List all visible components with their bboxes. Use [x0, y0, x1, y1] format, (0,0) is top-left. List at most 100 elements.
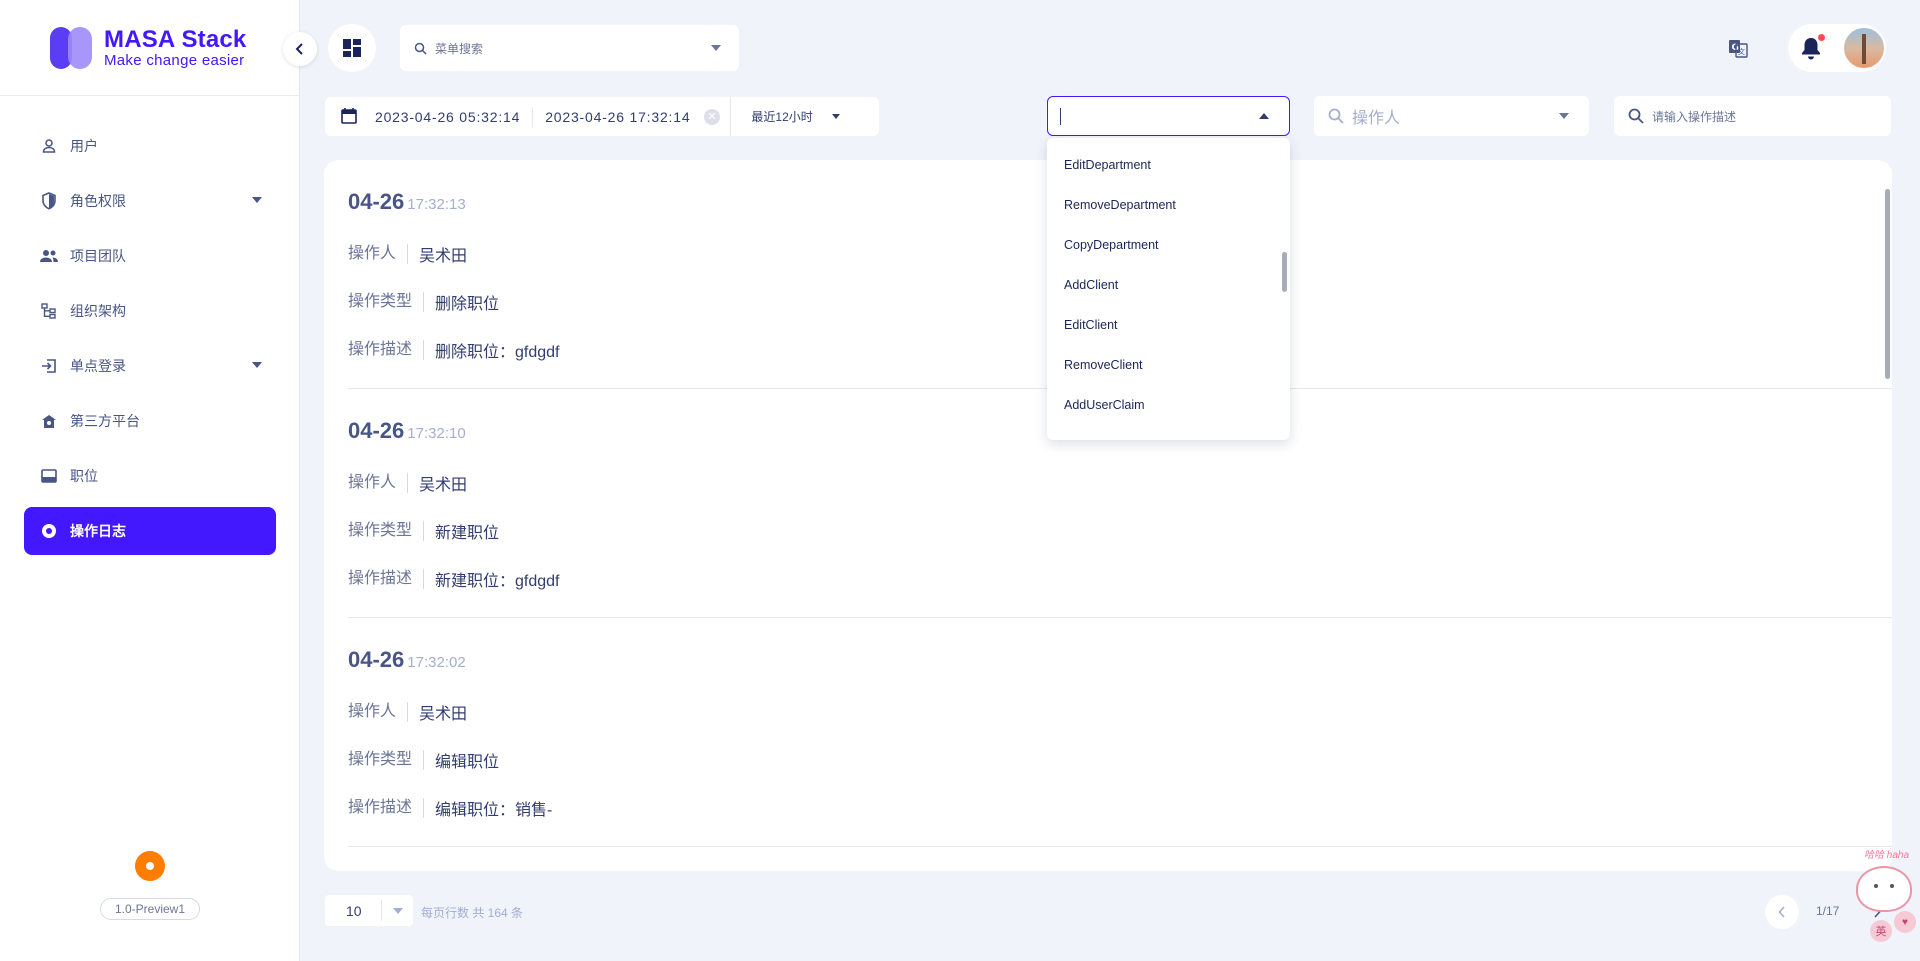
field-value: 吴术田 [419, 248, 468, 265]
log-time: 17:32:02 [407, 654, 466, 671]
shield-icon [40, 192, 58, 210]
log-type-row: 操作类型 新建职位 [348, 519, 499, 543]
sidebar-item-roles[interactable]: 角色权限 [24, 177, 276, 225]
sidebar-item-positions[interactable]: 职位 [24, 452, 276, 500]
sidebar-collapse-button[interactable] [283, 32, 317, 66]
log-date: 04-26 [348, 189, 405, 214]
field-label: 操作人 [348, 473, 409, 493]
heart-icon[interactable]: ♥ [1894, 911, 1916, 933]
dropdown-option[interactable]: AddUserClaim [1047, 385, 1290, 425]
log-desc-row: 操作描述 编辑职位：销售- [348, 796, 552, 820]
mascot-caption: 哈哈 haha [1864, 850, 1910, 861]
log-date: 04-26 [348, 647, 405, 672]
dashboard-icon [343, 39, 361, 57]
quick-range-select[interactable]: 最近12小时 [730, 97, 852, 136]
platform-icon [40, 412, 58, 430]
team-icon [40, 247, 58, 265]
page-size-value: 10 [346, 902, 362, 919]
chevron-left-icon [1778, 906, 1785, 918]
log-desc-row: 操作描述 新建职位：gfdgdf [348, 567, 560, 591]
sidebar-item-label: 单点登录 [70, 358, 126, 374]
sidebar-item-teams[interactable]: 项目团队 [24, 232, 276, 280]
clear-icon[interactable]: ✕ [704, 108, 721, 125]
field-label: 操作类型 [348, 521, 425, 541]
log-type-row: 操作类型 删除职位 [348, 290, 499, 314]
menu-search-placeholder: 菜单搜索 [435, 41, 484, 56]
field-value: 吴术田 [419, 477, 468, 494]
field-label: 操作描述 [348, 798, 425, 818]
field-label: 操作类型 [348, 292, 425, 312]
dashboard-button[interactable] [328, 24, 376, 72]
caret-down-icon [1559, 113, 1569, 119]
caret-down-icon [393, 908, 403, 914]
field-value: 新建职位：gfdgdf [435, 573, 560, 590]
start-time[interactable]: 2023-04-26 05:32:14 [375, 109, 520, 125]
menu-search-input[interactable]: 菜单搜索 [400, 25, 739, 71]
field-value: 删除职位 [435, 296, 500, 313]
log-operator-row: 操作人 吴术田 [348, 242, 467, 266]
dropdown-option[interactable]: RemoveClient [1047, 345, 1290, 385]
operator-select[interactable]: 操作人 [1314, 96, 1589, 136]
field-label: 操作类型 [348, 750, 425, 770]
translate-icon[interactable]: G文 [1728, 38, 1748, 63]
field-value: 编辑职位 [435, 754, 500, 771]
field-label: 操作描述 [348, 340, 425, 360]
search-icon [1328, 108, 1344, 124]
log-datetime: 04-26 17:32:10 [348, 418, 466, 444]
field-label: 操作人 [348, 244, 409, 264]
log-type-row: 操作类型 编辑职位 [348, 748, 499, 772]
sidebar-item-users[interactable]: 用户 [24, 122, 276, 170]
dropdown-option[interactable]: RemoveDepartment [1047, 185, 1290, 225]
login-icon [40, 357, 58, 375]
sidebar-item-third-party[interactable]: 第三方平台 [24, 397, 276, 445]
sidebar-item-label: 项目团队 [70, 248, 126, 264]
quick-range-value: 最近12小时 [751, 110, 813, 124]
notification-badge [1818, 34, 1825, 41]
brand[interactable]: MASA Stack Make change easier [0, 0, 299, 96]
language-badge[interactable]: 英 [1870, 920, 1892, 942]
description-placeholder: 请输入操作描述 [1652, 109, 1737, 124]
sidebar: MASA Stack Make change easier 用户 角色权限 项目… [0, 0, 300, 961]
operation-type-dropdown: EditDepartment RemoveDepartment CopyDepa… [1047, 138, 1290, 440]
search-icon [1628, 108, 1644, 124]
pagination-info: 每页行数 共 164 条 [421, 906, 524, 920]
chevron-left-icon [295, 43, 303, 55]
org-chart-icon [40, 302, 58, 320]
log-datetime: 04-26 17:32:02 [348, 647, 466, 673]
end-time[interactable]: 2023-04-26 17:32:14 [545, 109, 690, 125]
log-desc-row: 操作描述 删除职位：gfdgdf [348, 338, 560, 362]
avatar[interactable] [1844, 28, 1884, 68]
field-value: 吴术田 [419, 706, 468, 723]
date-range-picker[interactable]: 2023-04-26 05:32:14 2023-04-26 17:32:14 … [325, 97, 879, 136]
field-value: 删除职位：gfdgdf [435, 344, 560, 361]
version-badge: 1.0-Preview1 [100, 898, 200, 920]
log-datetime: 04-26 17:32:13 [348, 189, 466, 215]
caret-up-icon [1259, 113, 1269, 119]
dropdown-option[interactable]: CopyDepartment [1047, 225, 1290, 265]
field-label: 操作描述 [348, 569, 425, 589]
log-entry: 04-26 17:32:02 操作人 吴术田 操作类型 编辑职位 操作描述 编辑… [348, 618, 1892, 847]
svg-text:文: 文 [1738, 47, 1745, 56]
sidebar-item-org[interactable]: 组织架构 [24, 287, 276, 335]
dropdown-scrollbar[interactable] [1282, 252, 1287, 292]
log-date: 04-26 [348, 418, 405, 443]
feedback-button[interactable] [135, 851, 165, 881]
sidebar-item-operation-log[interactable]: 操作日志 [24, 507, 276, 555]
sidebar-item-label: 角色权限 [70, 193, 126, 209]
prev-page-button[interactable] [1765, 895, 1799, 929]
chevron-down-icon [252, 197, 262, 203]
user-toolbar [1788, 24, 1886, 72]
sidebar-item-label: 职位 [70, 468, 98, 484]
dropdown-option[interactable]: AddClient [1047, 265, 1290, 305]
sidebar-item-label: 第三方平台 [70, 413, 140, 429]
position-icon [40, 467, 58, 485]
sidebar-item-sso[interactable]: 单点登录 [24, 342, 276, 390]
operation-type-select[interactable] [1047, 96, 1290, 136]
mascot-widget[interactable]: 哈哈 haha 英 ♥ [1848, 846, 1920, 961]
sidebar-item-label: 用户 [70, 138, 98, 154]
sidebar-nav: 用户 角色权限 项目团队 组织架构 单点登录 第三方平台 职位 操作日志 [0, 96, 299, 555]
dropdown-option[interactable]: EditClient [1047, 305, 1290, 345]
page-size-select[interactable]: 10 [325, 895, 413, 926]
description-search-input[interactable]: 请输入操作描述 [1614, 96, 1891, 136]
dropdown-option[interactable]: EditDepartment [1047, 145, 1290, 185]
